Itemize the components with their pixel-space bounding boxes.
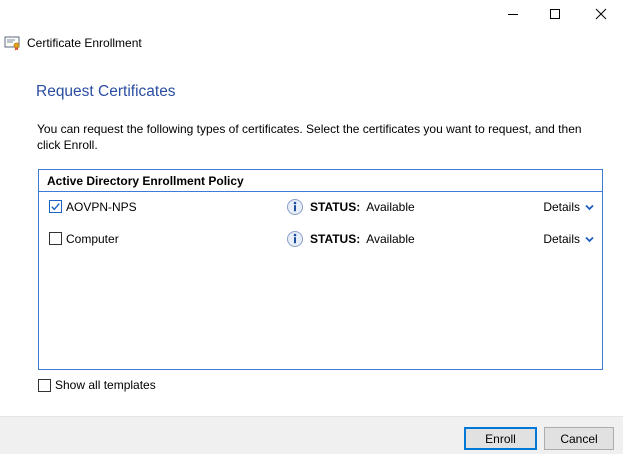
minimize-icon: [508, 14, 518, 15]
checkmark-icon: [51, 203, 60, 211]
status-label: STATUS:: [310, 200, 361, 214]
info-icon: [287, 199, 303, 215]
certificate-row-aovpn-nps: AOVPN-NPS STATUS: Available Details: [39, 197, 602, 217]
close-button[interactable]: [579, 0, 623, 28]
close-icon: [595, 8, 607, 20]
page-title: Request Certificates: [36, 83, 176, 100]
certificate-row-computer: Computer STATUS: Available Details: [39, 229, 602, 249]
certificate-icon: [4, 36, 20, 51]
cancel-button[interactable]: Cancel: [544, 427, 614, 450]
show-all-templates-label[interactable]: Show all templates: [55, 378, 156, 392]
details-toggle-computer[interactable]: Details: [543, 232, 594, 246]
enroll-button[interactable]: Enroll: [464, 427, 537, 450]
chevron-down-icon: [585, 236, 594, 242]
details-label: Details: [543, 200, 580, 214]
intro-text: You can request the following types of c…: [37, 122, 582, 152]
status-value: Available: [366, 232, 415, 246]
certificate-checkbox-aovpn-nps[interactable]: [49, 200, 62, 213]
show-all-templates-checkbox[interactable]: [38, 378, 51, 392]
certificate-name: AOVPN-NPS: [66, 200, 137, 214]
details-label: Details: [543, 232, 580, 246]
enrollment-policy-list: Active Directory Enrollment Policy AOVPN…: [38, 169, 603, 370]
info-icon: [287, 231, 303, 247]
certificate-checkbox-computer[interactable]: [49, 232, 62, 245]
maximize-button[interactable]: [533, 0, 577, 28]
footer-bar: Enroll Cancel: [0, 416, 623, 454]
minimize-button[interactable]: [491, 0, 535, 28]
certificate-status: STATUS: Available: [285, 198, 415, 216]
title-bar: [0, 0, 623, 28]
details-toggle-aovpn-nps[interactable]: Details: [543, 200, 594, 214]
status-label: STATUS:: [310, 232, 361, 246]
chevron-down-icon: [585, 204, 594, 210]
certificate-status: STATUS: Available: [285, 230, 415, 248]
maximize-icon: [550, 9, 560, 19]
app-header: Certificate Enrollment: [4, 34, 142, 52]
app-title: Certificate Enrollment: [27, 36, 142, 50]
status-value: Available: [366, 200, 415, 214]
policy-header: Active Directory Enrollment Policy: [39, 170, 602, 192]
show-all-templates: Show all templates: [38, 378, 156, 392]
certificate-name: Computer: [66, 232, 119, 246]
